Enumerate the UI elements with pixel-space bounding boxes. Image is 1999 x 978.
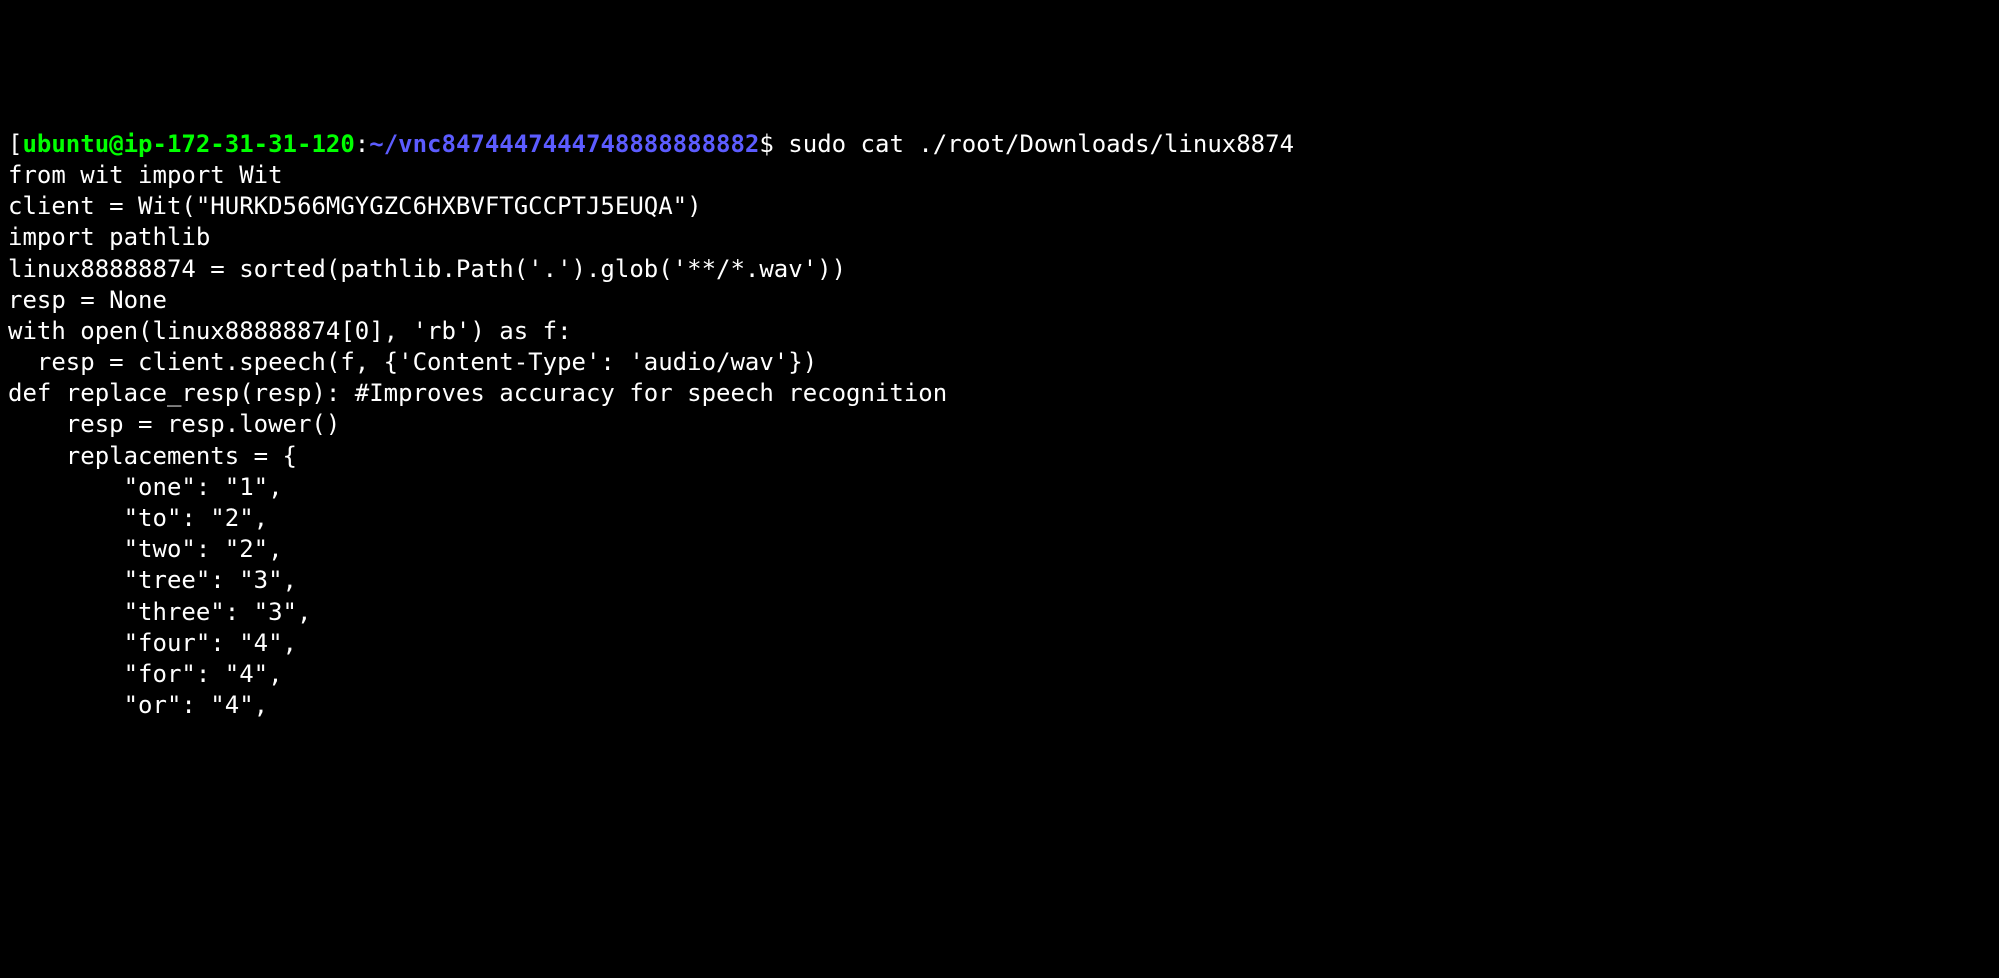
output-line: linux88888874 = sorted(pathlib.Path('.')… — [8, 254, 1991, 285]
prompt-dollar: $ — [759, 130, 788, 158]
output-line: client = Wit("HURKD566MGYGZC6HXBVFTGCCPT… — [8, 191, 1991, 222]
output-line: "tree": "3", — [8, 565, 1991, 596]
command-text: sudo cat ./root/Downloads/linux8874 — [788, 130, 1294, 158]
output-line: replacements = { — [8, 441, 1991, 472]
output-line: resp = resp.lower() — [8, 409, 1991, 440]
output-line: with open(linux88888874[0], 'rb') as f: — [8, 316, 1991, 347]
output-line: "for": "4", — [8, 659, 1991, 690]
output-line: from wit import Wit — [8, 160, 1991, 191]
prompt-path: ~/vnc8474447444748888888882 — [369, 130, 759, 158]
terminal-window[interactable]: [ubuntu@ip-172-31-31-120:~/vnc8474447444… — [8, 129, 1991, 722]
output-line: "four": "4", — [8, 628, 1991, 659]
output-line: resp = None — [8, 285, 1991, 316]
output-line: "two": "2", — [8, 534, 1991, 565]
output-line: "or": "4", — [8, 690, 1991, 721]
output-line: "one": "1", — [8, 472, 1991, 503]
output-line: def replace_resp(resp): #Improves accura… — [8, 378, 1991, 409]
prompt-user-host: ubuntu@ip-172-31-31-120 — [22, 130, 354, 158]
output-line: import pathlib — [8, 222, 1991, 253]
output-line: resp = client.speech(f, {'Content-Type':… — [8, 347, 1991, 378]
output-line: "three": "3", — [8, 597, 1991, 628]
prompt-bracket: [ — [8, 130, 22, 158]
prompt-colon: : — [355, 130, 369, 158]
output-line: "to": "2", — [8, 503, 1991, 534]
prompt-line[interactable]: [ubuntu@ip-172-31-31-120:~/vnc8474447444… — [8, 129, 1991, 160]
